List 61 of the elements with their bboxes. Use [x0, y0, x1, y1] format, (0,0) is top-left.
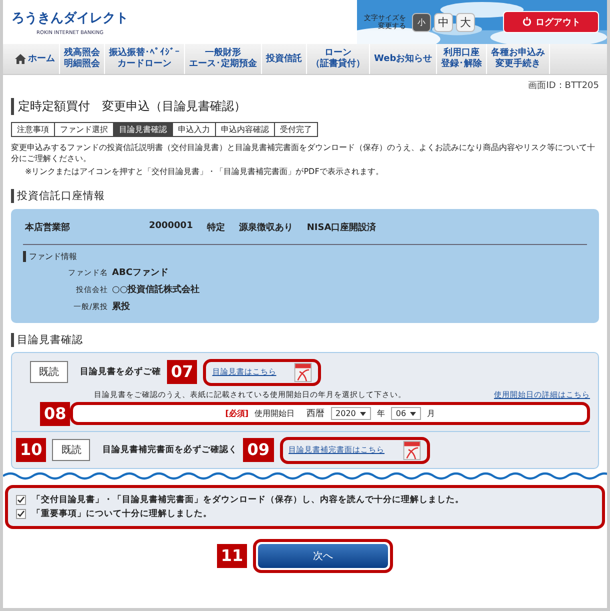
home-icon	[15, 54, 26, 64]
checkbox[interactable]	[16, 494, 26, 505]
confirm-text: 目論見書補完書面を必ずご確認く	[102, 444, 238, 456]
step-item: 目論見書確認	[114, 122, 173, 137]
account-type: 特定	[206, 221, 225, 234]
logout-button[interactable]: ログアウト	[503, 11, 599, 33]
field-value: ABCファンド	[112, 266, 168, 279]
step-item: 申込入力	[173, 122, 216, 137]
field-label: 使用開始日	[254, 408, 295, 420]
required-label: [必須]	[225, 408, 249, 420]
page-title: 定時定額買付 変更申込（目論見書確認）	[11, 98, 607, 115]
step-item: ファンド選択	[55, 122, 114, 137]
screen-id: 画面ID：BTT205	[527, 80, 600, 92]
next-button[interactable]: 次へ	[258, 544, 388, 568]
confirm-text: 目論見書を必ずご確	[80, 366, 161, 378]
dropdown-icon	[410, 412, 416, 416]
step-item: 申込内容確認	[216, 122, 275, 137]
account-number: 2000001	[149, 220, 193, 233]
nav-item[interactable]: Webお知らせ	[370, 44, 438, 74]
nav-item[interactable]: 残高照会 明細照会	[60, 44, 105, 74]
section-heading: 投資信託口座情報	[11, 188, 607, 203]
logo-text: ろうきんダイレクト	[12, 10, 128, 26]
annotation-marker: 09	[243, 438, 274, 462]
step-item: 注意事項	[11, 122, 55, 137]
section-heading: 目論見書確認	[11, 332, 607, 347]
font-size-button[interactable]: 大	[456, 12, 475, 32]
read-badge: 既読	[52, 439, 90, 462]
nav-item[interactable]: 一般財形 エース･定期預金	[185, 44, 262, 74]
annotation-marker: 11	[216, 544, 248, 568]
annotation-marker: 10	[16, 438, 46, 462]
nav-item[interactable]: 投資信託	[262, 44, 307, 74]
nav-item[interactable]: ホーム	[11, 44, 60, 74]
step-item: 受付完了	[275, 122, 318, 137]
nav-item[interactable]: 利用口座 登録･解除	[437, 44, 488, 74]
description: 変更申込みするファンドの投資信託説明書（交付目論見書）と目論見書補完書面をダウンロード（保存）のうえ、よくお読みになり商品内容やリスク等について十分にご理解ください。	[11, 143, 596, 165]
font-size-button[interactable]: 中	[434, 12, 453, 32]
nav-item[interactable]: 振込振替･ﾍﾟｲｼﾞｰ カードローン	[105, 44, 185, 74]
withholding-status: 源泉徴収あり	[238, 221, 293, 234]
checkbox-label: 「重要事項」について十分に理解しました。	[32, 508, 212, 520]
unit-label: 月	[427, 408, 436, 420]
read-badge: 既読	[30, 361, 68, 384]
branch-name: 本店営業部	[25, 221, 71, 234]
fund-heading: ファンド情報	[23, 250, 587, 262]
annotation-marker: 08	[40, 402, 70, 426]
annotation-marker: 07	[167, 360, 198, 384]
nisa-status: NISA口座開設済	[306, 221, 376, 234]
checkbox-label: 「交付目論見書」・「目論見書補完書面」をダウンロード（保存）し、内容を読んで十分に理解しました。	[32, 494, 464, 506]
checkbox[interactable]	[16, 508, 26, 519]
font-size-button[interactable]: 小	[412, 12, 431, 32]
pdf-icon[interactable]	[294, 362, 312, 382]
dropdown-icon	[360, 412, 366, 416]
year-select[interactable]: 2020	[330, 407, 371, 420]
nav-item[interactable]: 各種お申込み 変更手続き	[487, 44, 550, 74]
pdf-icon[interactable]	[402, 440, 421, 460]
unit-label: 年	[376, 408, 385, 420]
note-text: ※リンクまたはアイコンを押すと「交付目論見書」・「目論見書補完書面」がPDFで表示されます。	[25, 166, 384, 177]
field-value: 累投	[112, 300, 130, 313]
era-label: 西暦	[306, 408, 325, 420]
month-select[interactable]: 06	[390, 407, 422, 420]
nav-item[interactable]: ローン （証書貸付）	[307, 44, 370, 74]
field-value: ○○投資信託株式会社	[112, 283, 200, 296]
